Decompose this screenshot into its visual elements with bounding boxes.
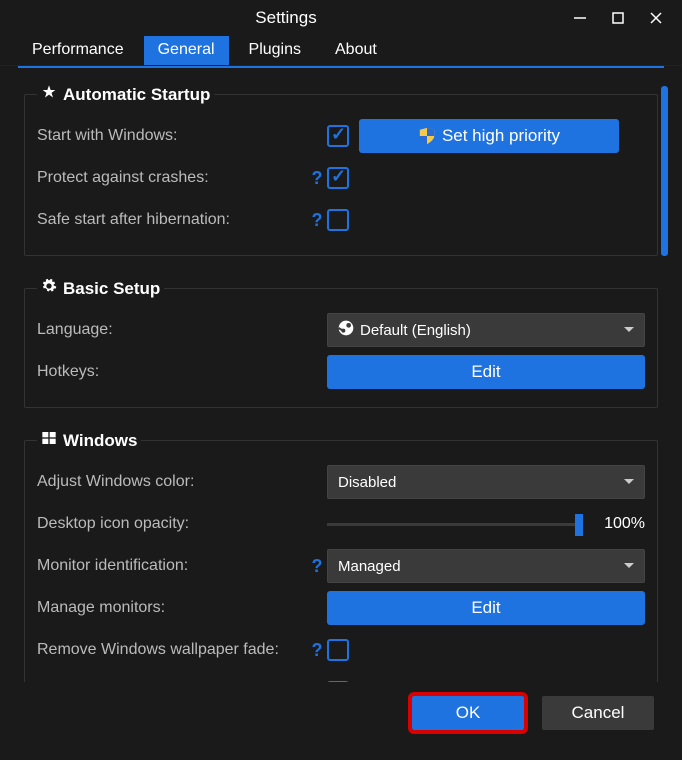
help-icon[interactable]: ? xyxy=(307,556,327,577)
tab-plugins[interactable]: Plugins xyxy=(235,36,315,65)
tab-performance[interactable]: Performance xyxy=(18,36,138,65)
protect-crashes-label: Protect against crashes: xyxy=(37,169,307,187)
section-windows-label: Windows xyxy=(63,431,137,451)
help-icon[interactable]: ? xyxy=(307,210,327,231)
star-icon xyxy=(41,84,57,105)
language-select[interactable]: Default (English) xyxy=(327,313,645,347)
set-high-priority-button[interactable]: Set high priority xyxy=(359,119,619,153)
section-windows-title: Windows xyxy=(37,430,141,451)
section-startup: Automatic Startup Start with Windows: xyxy=(24,84,658,256)
set-high-priority-label: Set high priority xyxy=(442,126,560,146)
tabs: Performance General Plugins About xyxy=(0,36,682,66)
section-basic: Basic Setup Language: Default (English) … xyxy=(24,278,658,408)
adjust-color-value: Disabled xyxy=(338,474,396,491)
steam-icon xyxy=(338,320,354,340)
language-label: Language: xyxy=(37,321,307,339)
hotkeys-label: Hotkeys: xyxy=(37,363,307,381)
section-windows: Windows Adjust Windows color: Disabled D… xyxy=(24,430,658,682)
safe-start-checkbox[interactable] xyxy=(327,209,349,231)
minimize-button[interactable] xyxy=(568,6,592,30)
protect-crashes-checkbox[interactable] xyxy=(327,167,349,189)
chevron-down-icon xyxy=(624,563,634,568)
remove-fade-label: Remove Windows wallpaper fade: xyxy=(37,641,307,659)
gear-icon xyxy=(41,278,57,299)
slider-thumb[interactable] xyxy=(575,514,583,536)
section-basic-title: Basic Setup xyxy=(37,278,164,299)
cancel-button[interactable]: Cancel xyxy=(542,696,654,730)
remove-fade-checkbox[interactable] xyxy=(327,639,349,661)
titlebar: Settings xyxy=(0,0,682,36)
start-with-windows-label: Start with Windows: xyxy=(37,127,307,145)
safe-start-label: Safe start after hibernation: xyxy=(37,211,307,229)
tab-about[interactable]: About xyxy=(321,36,391,65)
shield-icon xyxy=(418,127,436,145)
help-icon[interactable]: ? xyxy=(307,640,327,661)
opacity-value: 100% xyxy=(595,515,645,533)
opacity-slider[interactable] xyxy=(327,523,583,526)
ok-button[interactable]: OK xyxy=(412,696,524,730)
windows-icon xyxy=(41,430,57,451)
footer: OK Cancel xyxy=(0,682,682,730)
adjust-color-label: Adjust Windows color: xyxy=(37,473,307,491)
section-startup-label: Automatic Startup xyxy=(63,85,210,105)
monitor-id-value: Managed xyxy=(338,558,401,575)
adjust-color-select[interactable]: Disabled xyxy=(327,465,645,499)
language-value: Default (English) xyxy=(360,322,471,339)
help-icon[interactable]: ? xyxy=(307,168,327,189)
scrollbar[interactable] xyxy=(661,86,668,256)
chevron-down-icon xyxy=(624,479,634,484)
aero-peek-checkbox[interactable] xyxy=(327,681,349,682)
manage-monitors-edit-button[interactable]: Edit xyxy=(327,591,645,625)
opacity-label: Desktop icon opacity: xyxy=(37,515,307,533)
tab-general[interactable]: General xyxy=(144,36,229,65)
content: Automatic Startup Start with Windows: xyxy=(0,66,682,682)
help-icon[interactable]: ? xyxy=(307,682,327,683)
monitor-id-select[interactable]: Managed xyxy=(327,549,645,583)
section-basic-label: Basic Setup xyxy=(63,279,160,299)
monitor-id-label: Monitor identification: xyxy=(37,557,307,575)
chevron-down-icon xyxy=(624,327,634,332)
close-button[interactable] xyxy=(644,6,668,30)
start-with-windows-checkbox[interactable] xyxy=(327,125,349,147)
manage-monitors-label: Manage monitors: xyxy=(37,599,307,617)
hotkeys-edit-button[interactable]: Edit xyxy=(327,355,645,389)
maximize-button[interactable] xyxy=(606,6,630,30)
section-startup-title: Automatic Startup xyxy=(37,84,214,105)
window-title: Settings xyxy=(4,8,568,28)
